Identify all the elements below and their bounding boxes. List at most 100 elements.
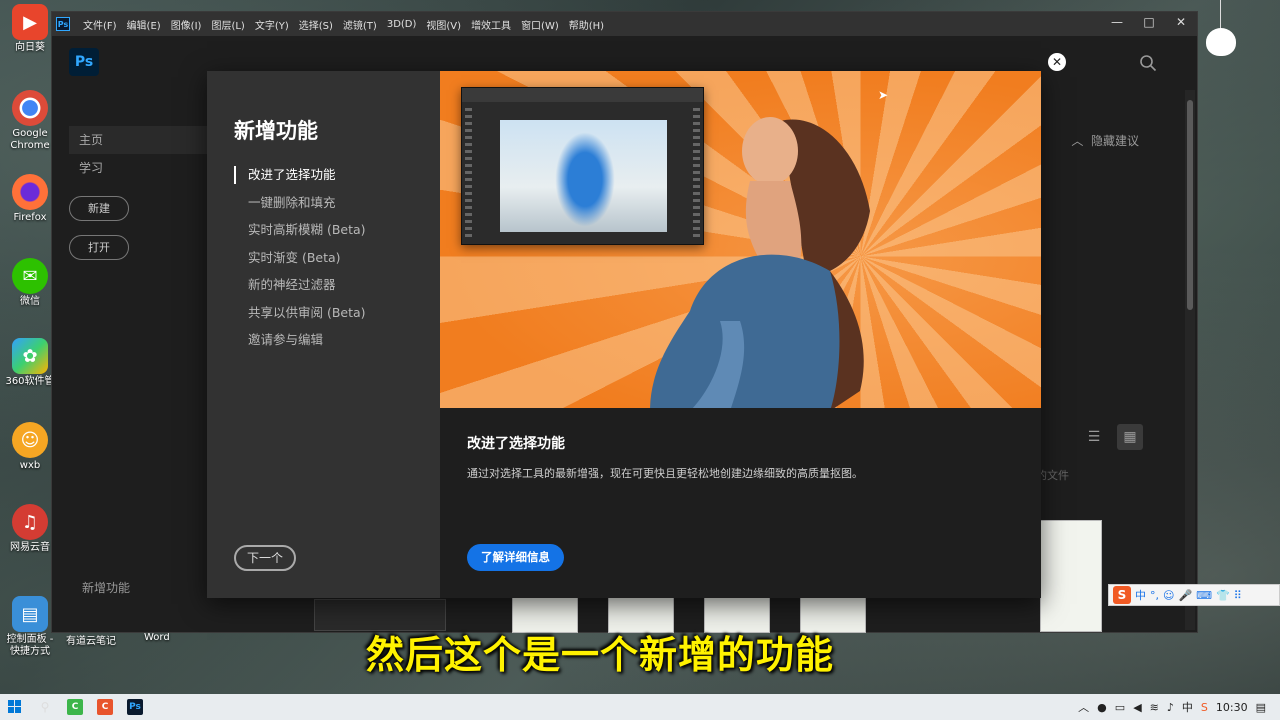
menu-view[interactable]: 视图(V): [421, 17, 466, 32]
menu-filter[interactable]: 滤镜(T): [338, 17, 382, 32]
learn-more-button[interactable]: 了解详细信息: [467, 544, 564, 571]
notification-icon[interactable]: ▤: [1256, 701, 1266, 714]
video-subtitle: 然后这个是一个新增的功能: [365, 633, 834, 677]
menu-plugins[interactable]: 增效工具: [466, 17, 516, 32]
menu-window[interactable]: 窗口(W): [516, 17, 564, 32]
hide-suggestions-button[interactable]: ︿ 隐藏建议: [1071, 132, 1139, 149]
close-window-icon[interactable]: ✕: [1165, 12, 1197, 34]
menu-edit[interactable]: 编辑(E): [122, 17, 166, 32]
feature-heading: 改进了选择功能: [467, 436, 565, 452]
red-app-icon: C: [97, 699, 113, 715]
taskbar-app-green[interactable]: C: [60, 694, 90, 720]
emoji-icon[interactable]: ☺: [1163, 589, 1174, 602]
menu-3d[interactable]: 3D(D): [382, 19, 422, 30]
mic-tray-icon[interactable]: ●: [1097, 701, 1107, 714]
punctuation-icon[interactable]: °,: [1150, 589, 1159, 602]
feature-description: 通过对选择工具的最新增强，现在可更快且更轻松地创建边缘细致的高质量抠图。: [467, 467, 863, 480]
cat-ornament-string: [1220, 0, 1221, 30]
sogou-logo-icon[interactable]: S: [1113, 586, 1131, 604]
whats-new-link[interactable]: 新增功能: [82, 579, 130, 596]
desktop-icon-label: 360软件管: [5, 376, 55, 387]
window-controls: — □ ✕: [1101, 12, 1197, 34]
woman-illustration: [650, 117, 870, 408]
menu-type[interactable]: 文字(Y): [250, 17, 294, 32]
menu-select[interactable]: 选择(S): [294, 17, 338, 32]
skin-icon[interactable]: 👕: [1216, 589, 1230, 602]
feature-item-gradient[interactable]: 实时渐变 (Beta): [234, 248, 366, 276]
nav-home[interactable]: 主页: [69, 126, 209, 154]
start-button[interactable]: [0, 694, 30, 720]
home-sidebar: 主页 学习 新建 打开: [69, 126, 209, 260]
system-tray: ︿ ● ▭ ◀ ≋ ♪ 中 S 10:30 ▤: [1078, 694, 1280, 720]
desktop-icon-label: 微信: [20, 296, 40, 307]
feature-item-share-review[interactable]: 共享以供审阅 (Beta): [234, 303, 366, 331]
ime-lang-tray[interactable]: 中: [1182, 699, 1193, 715]
nav-learn[interactable]: 学习: [69, 154, 209, 182]
sogou-tray-icon[interactable]: S: [1201, 701, 1208, 714]
recent-file-thumbnail[interactable]: [1040, 520, 1102, 632]
speaker-icon[interactable]: ♪: [1167, 701, 1174, 714]
feature-item-selection[interactable]: 改进了选择功能: [234, 165, 366, 193]
desktop-icon-chrome[interactable]: Google Chrome: [4, 90, 56, 152]
desktop-icon-netease[interactable]: ♫ 网易云音: [4, 504, 56, 554]
open-button[interactable]: 打开: [69, 235, 129, 260]
chevron-up-icon: ︿: [1071, 134, 1084, 148]
search-taskbar-icon[interactable]: ⚲: [30, 694, 60, 720]
dialog-title: 新增功能: [234, 119, 318, 143]
menu-image[interactable]: 图像(I): [166, 17, 207, 32]
taskbar-app-photoshop[interactable]: Ps: [120, 694, 150, 720]
maximize-icon[interactable]: □: [1133, 12, 1165, 34]
desktop-icon-wxb[interactable]: ☺ wxb: [4, 422, 56, 472]
wifi-icon[interactable]: ≋: [1150, 701, 1159, 714]
menu-help[interactable]: 帮助(H): [564, 17, 609, 32]
scrollbar[interactable]: [1185, 90, 1195, 630]
battery-icon[interactable]: ▭: [1115, 701, 1125, 714]
ps-app-icon: Ps: [56, 17, 70, 31]
mouse-cursor-icon: ➤: [878, 88, 889, 102]
feature-list: 改进了选择功能 一键删除和填充 实时高斯模糊 (Beta) 实时渐变 (Beta…: [234, 165, 366, 358]
grid-view-icon[interactable]: ▦: [1117, 424, 1143, 450]
desktop-icon-label: wxb: [19, 460, 41, 471]
desktop-icon-wechat[interactable]: ✉ 微信: [4, 258, 56, 308]
360-software-icon: ✿: [12, 338, 48, 374]
volume-icon[interactable]: ◀: [1133, 701, 1141, 714]
keyboard-icon[interactable]: ⌨: [1196, 589, 1212, 602]
feature-item-invite-edit[interactable]: 邀请参与编辑: [234, 330, 366, 358]
sunflower-icon: ▶: [12, 4, 48, 40]
mock-toolbar: [465, 108, 472, 238]
next-button[interactable]: 下一个: [234, 545, 296, 571]
new-button[interactable]: 新建: [69, 196, 129, 221]
minimize-icon[interactable]: —: [1101, 12, 1133, 34]
photoshop-taskbar-icon: Ps: [127, 699, 143, 715]
taskbar: ⚲ C C Ps ︿ ● ▭ ◀ ≋ ♪ 中 S 10:30 ▤: [0, 694, 1280, 720]
menu-file[interactable]: 文件(F): [78, 17, 122, 32]
taskbar-app-red[interactable]: C: [90, 694, 120, 720]
desktop-icon-xiangrikui[interactable]: ▶ 向日葵: [4, 4, 56, 54]
search-icon[interactable]: [1139, 54, 1157, 72]
feature-item-neural-filters[interactable]: 新的神经过滤器: [234, 275, 366, 303]
feature-item-delete-fill[interactable]: 一键删除和填充: [234, 193, 366, 221]
list-view-icon[interactable]: ☰: [1081, 424, 1107, 450]
grid-menu-icon[interactable]: ⠿: [1234, 589, 1242, 602]
menu-bar: Ps 文件(F) 编辑(E) 图像(I) 图层(L) 文字(Y) 选择(S) 滤…: [52, 12, 1197, 36]
desktop-icon-label: Firefox: [13, 212, 47, 223]
ime-lang[interactable]: 中: [1135, 587, 1146, 603]
clock[interactable]: 10:30: [1216, 701, 1248, 714]
desktop-icon-label: 向日葵: [15, 42, 45, 53]
feature-item-gaussian-blur[interactable]: 实时高斯模糊 (Beta): [234, 220, 366, 248]
close-icon[interactable]: ✕: [1048, 53, 1066, 71]
desktop-icon-firefox[interactable]: Firefox: [4, 174, 56, 224]
scrollbar-thumb[interactable]: [1187, 100, 1193, 310]
wechat-icon: ✉: [12, 258, 48, 294]
netease-music-icon: ♫: [12, 504, 48, 540]
hide-suggestions-label: 隐藏建议: [1090, 134, 1139, 148]
menu-layer[interactable]: 图层(L): [206, 17, 249, 32]
desktop-icon-360[interactable]: ✿ 360软件管: [4, 338, 56, 388]
dialog-content: 改进了选择功能 通过对选择工具的最新增强，现在可更快且更轻松地创建边缘细致的高质…: [440, 71, 1041, 598]
ps-logo: Ps: [69, 48, 99, 76]
whats-new-dialog: 新增功能 改进了选择功能 一键删除和填充 实时高斯模糊 (Beta) 实时渐变 …: [207, 71, 1041, 598]
windows-icon: [8, 700, 21, 713]
chevron-up-icon[interactable]: ︿: [1078, 699, 1089, 715]
mic-icon[interactable]: 🎤: [1178, 589, 1192, 602]
ime-toolbar: S 中 °, ☺ 🎤 ⌨ 👕 ⠿: [1108, 584, 1280, 606]
